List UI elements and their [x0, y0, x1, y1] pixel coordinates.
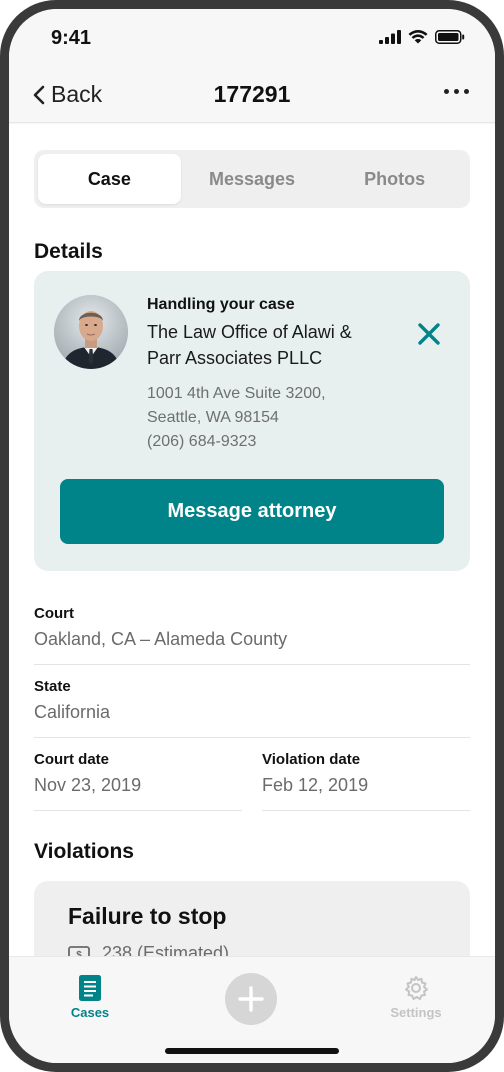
status-time: 9:41	[51, 27, 92, 49]
segmented-tabs: Case Messages Photos	[34, 150, 470, 208]
tab-cases[interactable]: Cases	[45, 975, 135, 1020]
court-value: Oakland, CA – Alameda County	[34, 629, 288, 649]
details-heading: Details	[34, 240, 103, 263]
court-date-field: Court date Nov 23, 2019	[34, 751, 141, 796]
screen: 9:41 Back 177291 Case Messages Photos De…	[9, 9, 495, 1063]
device-frame: 9:41 Back 177291 Case Messages Photos De…	[0, 0, 504, 1072]
home-indicator[interactable]	[165, 1048, 339, 1054]
dollar-bill-icon: $	[68, 945, 90, 956]
add-case-button[interactable]	[225, 973, 277, 1025]
status-bar: 9:41	[9, 9, 495, 67]
violation-amount: $ 238 (Estimated)	[68, 943, 229, 956]
plus-icon	[238, 986, 264, 1012]
tab-settings[interactable]: Settings	[371, 975, 461, 1020]
state-label: State	[34, 678, 71, 695]
divider	[34, 664, 470, 665]
address-line: 1001 4th Ave Suite 3200,	[147, 385, 326, 402]
phone-number[interactable]: (206) 684-9323	[147, 430, 326, 454]
state-value: California	[34, 702, 111, 722]
violation-card[interactable]: Failure to stop $ 238 (Estimated)	[34, 881, 470, 956]
handling-heading: Handling your case	[147, 296, 295, 313]
more-options-button[interactable]	[444, 89, 469, 94]
document-icon	[79, 975, 101, 1001]
more-dot-icon	[464, 89, 469, 94]
attorney-contact: 1001 4th Ave Suite 3200, Seattle, WA 981…	[147, 382, 326, 454]
tab-messages[interactable]: Messages	[181, 154, 324, 204]
divider	[34, 810, 242, 811]
divider	[262, 810, 470, 811]
more-dot-icon	[444, 89, 449, 94]
gear-icon	[405, 976, 428, 1000]
violation-date-label: Violation date	[262, 751, 361, 768]
court-date-label: Court date	[34, 751, 109, 768]
case-content: Case Messages Photos Details Handling yo…	[9, 124, 495, 956]
violation-amount-text: 238 (Estimated)	[102, 943, 230, 956]
law-firm-name: The Law Office of Alawi & Parr Associate…	[147, 319, 387, 371]
divider	[34, 737, 470, 738]
tab-cases-label: Cases	[70, 1005, 110, 1020]
violation-title: Failure to stop	[68, 903, 227, 929]
state-field: State California	[34, 678, 110, 723]
tab-photos[interactable]: Photos	[323, 154, 466, 204]
law-firm-line: Parr Associates PLLC	[147, 348, 323, 368]
tab-case[interactable]: Case	[38, 154, 181, 204]
tab-bar: Cases Settings	[9, 956, 495, 1063]
remove-attorney-button[interactable]	[416, 321, 442, 347]
attorney-card: Handling your case The Law Office of Ala…	[34, 271, 470, 571]
law-firm-line: The Law Office of Alawi &	[147, 322, 352, 342]
court-date-value: Nov 23, 2019	[34, 775, 142, 795]
court-label: Court	[34, 605, 74, 622]
more-dot-icon	[454, 89, 459, 94]
nav-bar: Back 177291	[9, 67, 495, 123]
status-icons	[379, 29, 465, 44]
message-attorney-button[interactable]: Message attorney	[60, 479, 444, 544]
close-icon	[418, 323, 440, 345]
court-field: Court Oakland, CA – Alameda County	[34, 605, 287, 650]
violation-date-field: Violation date Feb 12, 2019	[262, 751, 368, 796]
violation-date-value: Feb 12, 2019	[262, 775, 369, 795]
battery-icon	[435, 29, 465, 44]
tab-settings-label: Settings	[390, 1005, 442, 1020]
violations-heading: Violations	[34, 840, 134, 863]
address-line: Seattle, WA 98154	[147, 409, 279, 426]
wifi-icon	[408, 30, 428, 44]
page-title: 177291	[213, 81, 291, 107]
attorney-avatar	[54, 295, 128, 369]
signal-icon	[379, 29, 401, 44]
